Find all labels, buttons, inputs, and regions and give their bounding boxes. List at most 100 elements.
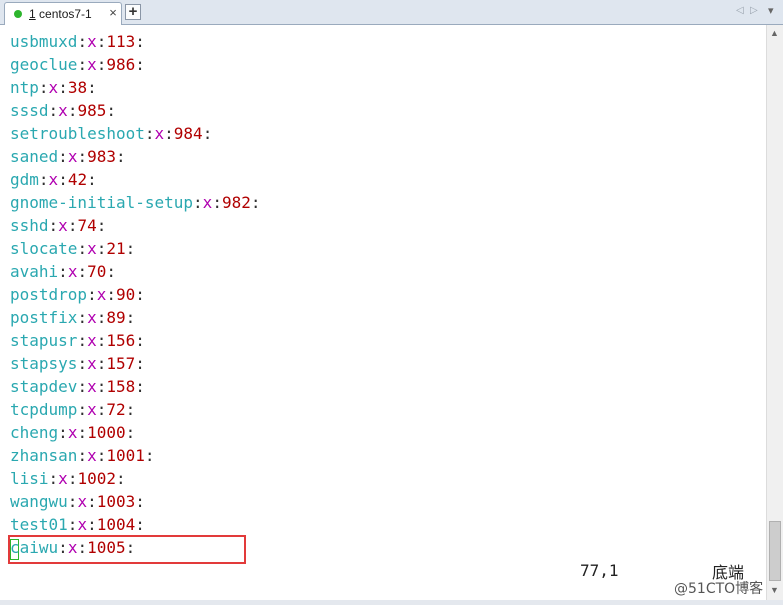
password-field: x [87,55,97,74]
username: stapusr [10,331,78,350]
separator: : [58,423,68,442]
password-field: x [202,193,213,212]
scroll-thumb[interactable] [769,521,781,581]
separator: : [115,469,126,488]
username: sssd [10,101,49,120]
uid-value: 158 [106,377,136,396]
separator: : [135,285,145,304]
separator: : [96,446,107,465]
terminal-line: ntp:x:38: [10,76,97,99]
uid-value: 983 [87,147,116,166]
uid-value: 1001 [106,446,145,465]
tab-bar: 1 centos7-1 × + ◁ ▷ ▾ [0,0,783,25]
separator: : [135,331,145,350]
separator: : [144,124,155,143]
separator: : [202,124,213,143]
terminal-line: zhansan:x:1001: [10,444,155,467]
separator: : [96,354,107,373]
separator: : [77,354,88,373]
uid-value: 984 [173,124,203,143]
separator: : [135,354,145,373]
terminal-line: cheng:x:1000: [10,421,135,444]
terminal-line: stapdev:x:158: [10,375,145,398]
username: tcpdump [10,400,78,419]
separator: : [116,147,126,166]
separator: : [77,423,88,442]
password-field: x [87,32,97,51]
username: gdm [10,170,39,189]
password-field: x [96,285,107,304]
separator: : [125,239,136,258]
separator: : [67,515,78,534]
username: postfix [10,308,78,327]
username: stapsys [10,354,78,373]
separator: : [77,538,88,557]
password-field: x [67,538,78,557]
terminal-line: postdrop:x:90: [10,283,145,306]
separator: : [77,32,88,51]
uid-value: 1000 [87,423,126,442]
terminal-line: gnome-initial-setup:x:982: [10,191,261,214]
password-field: x [67,262,78,281]
separator: : [38,78,49,97]
separator: : [77,55,88,74]
password-field: x [58,469,68,488]
separator: : [48,101,59,120]
password-field: x [48,170,59,189]
terminal-line: postfix:x:89: [10,306,135,329]
terminal-line: sshd:x:74: [10,214,106,237]
separator: : [87,78,97,97]
separator: : [135,32,145,51]
separator: : [77,400,88,419]
uid-value: 89 [106,308,126,327]
separator: : [67,216,78,235]
tab-number: 1 [29,7,36,21]
password-field: x [77,515,88,534]
terminal-line: avahi:x:70: [10,260,116,283]
scroll-up-icon[interactable]: ▲ [770,28,779,38]
password-field: x [87,400,97,419]
separator: : [77,262,88,281]
tab-scroll-right-icon[interactable]: ▷ [750,5,758,16]
close-icon[interactable]: × [107,6,119,20]
separator: : [135,55,145,74]
password-field: x [87,354,97,373]
tab-menu-icon[interactable]: ▾ [768,4,774,17]
username: sshd [10,216,49,235]
separator: : [38,170,49,189]
password-field: x [87,239,97,258]
separator: : [96,216,107,235]
username: saned [10,147,59,166]
terminal-line: setroubleshoot:x:984: [10,122,212,145]
terminal-line: saned:x:983: [10,145,126,168]
tab-scroll-left-icon[interactable]: ◁ [736,5,744,16]
new-tab-button[interactable]: + [125,4,141,20]
separator: : [125,538,136,557]
username: stapdev [10,377,78,396]
separator: : [67,101,78,120]
separator: : [77,239,88,258]
uid-value: 74 [77,216,97,235]
username: lisi [10,469,49,488]
password-field: x [67,147,78,166]
terminal-output[interactable]: 77,1 底端 @51CTO博客 usbmuxd:x:113: geoclue:x… [0,25,766,600]
uid-value: 982 [221,193,251,212]
uid-value: 156 [106,331,136,350]
separator: : [48,216,59,235]
password-field: x [58,101,68,120]
uid-value: 1004 [96,515,136,534]
separator: : [96,308,107,327]
terminal-line: geoclue:x:986: [10,53,145,76]
separator: : [135,492,145,511]
connection-status-icon [14,10,22,18]
separator: : [77,308,88,327]
scroll-down-icon[interactable]: ▼ [770,585,779,595]
separator: : [135,377,145,396]
session-tab[interactable]: 1 centos7-1 × [4,2,122,25]
username: postdrop [10,285,88,304]
separator: : [212,193,222,212]
separator: : [87,285,97,304]
uid-value: 1003 [96,492,136,511]
terminal-line: wangwu:x:1003: [10,490,145,513]
vertical-scrollbar[interactable]: ▲ ▼ [766,25,783,600]
